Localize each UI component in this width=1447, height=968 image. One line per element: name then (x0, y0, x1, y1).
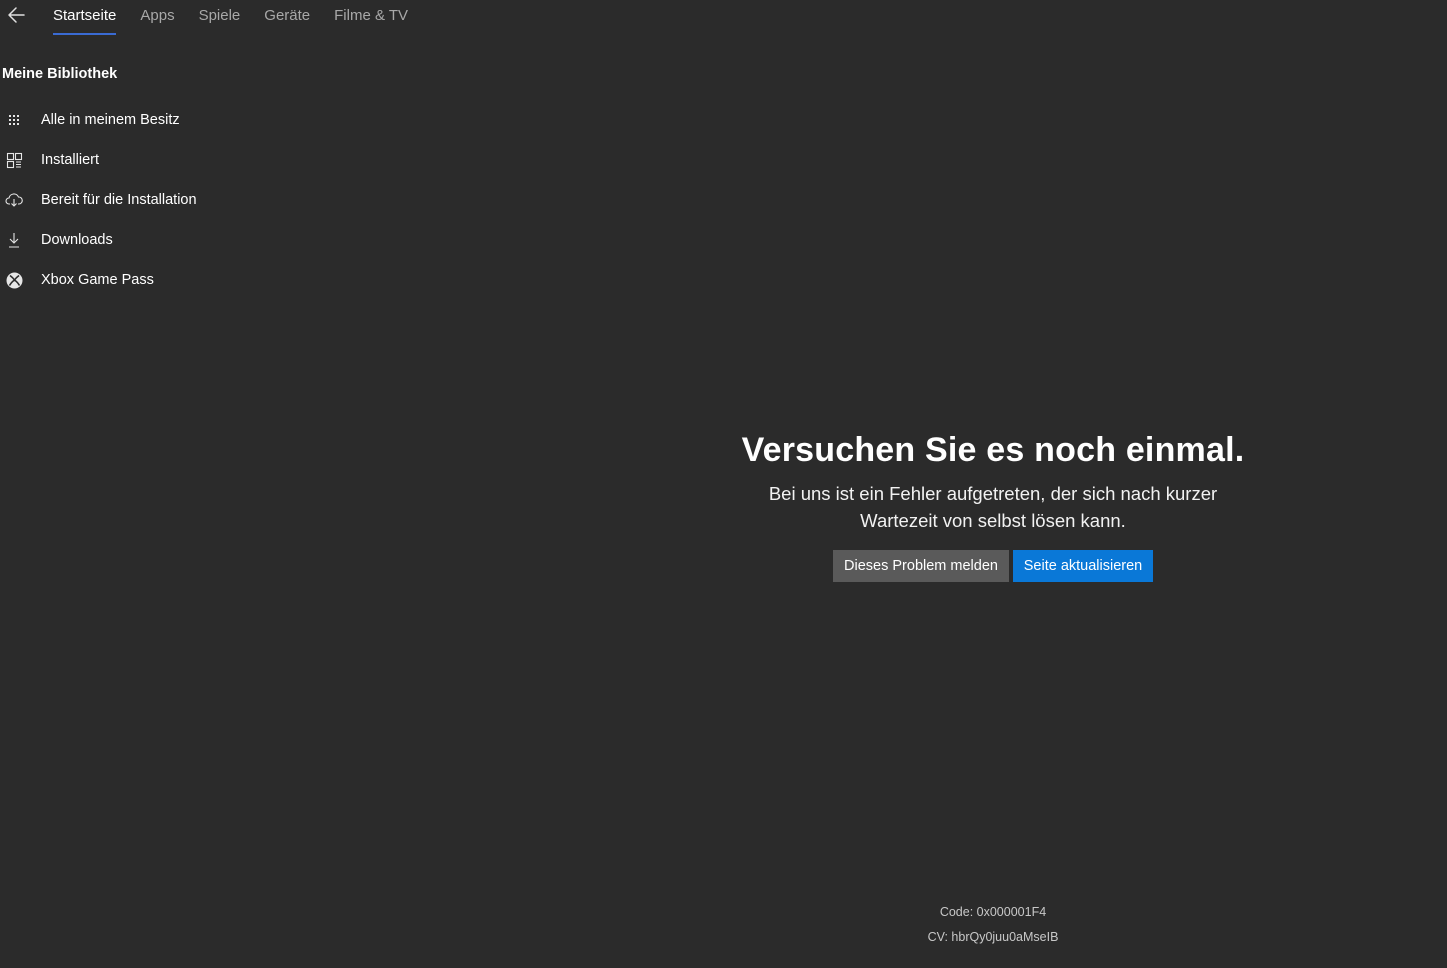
error-message: Bei uns ist ein Fehler aufgetreten, der … (700, 480, 1286, 534)
tab-apps[interactable]: Apps (140, 6, 174, 35)
error-codes: Code: 0x000001F4 CV: hbrQy0juu0aMseIB (893, 903, 1093, 953)
error-actions: Dieses Problem melden Seite aktualisiere… (700, 550, 1286, 582)
error-code: Code: 0x000001F4 (939, 905, 1047, 919)
back-arrow-icon (8, 7, 25, 23)
library-item-label: Downloads (41, 232, 113, 248)
library-item-label: Installiert (41, 152, 100, 168)
error-message-line-2: Wartezeit von selbst lösen kann. (860, 510, 1126, 531)
library-title: Meine Bibliothek (2, 66, 118, 82)
library-item-label: Bereit für die Installation (41, 192, 197, 208)
tab-bar: Startseite Apps Spiele Geräte Filme & TV (53, 6, 432, 35)
grid-dots-icon (5, 111, 23, 129)
refresh-page-button[interactable]: Seite aktualisieren (1013, 550, 1153, 582)
installed-grid-icon (5, 151, 23, 169)
top-navigation: Startseite Apps Spiele Geräte Filme & TV (0, 0, 1447, 40)
xbox-logo-icon (5, 271, 23, 289)
error-title: Versuchen Sie es noch einmal. (741, 431, 1245, 469)
correlation-vector: CV: hbrQy0juu0aMseIB (927, 930, 1059, 944)
library-item-downloads[interactable]: Downloads (0, 220, 260, 260)
download-arrow-icon (5, 231, 23, 249)
report-problem-button[interactable]: Dieses Problem melden (833, 550, 1009, 582)
library-item-xbox-game-pass[interactable]: Xbox Game Pass (0, 260, 260, 300)
library-list: Alle in meinem Besitz Installiert Bereit… (0, 100, 260, 300)
back-button[interactable] (6, 4, 28, 26)
tab-filme-tv[interactable]: Filme & TV (334, 6, 408, 35)
library-item-ready-to-install[interactable]: Bereit für die Installation (0, 180, 260, 220)
library-item-label: Xbox Game Pass (41, 272, 154, 288)
cloud-download-icon (5, 191, 23, 209)
library-item-all-owned[interactable]: Alle in meinem Besitz (0, 100, 260, 140)
library-item-label: Alle in meinem Besitz (41, 112, 180, 128)
library-item-installed[interactable]: Installiert (0, 140, 260, 180)
error-panel: Versuchen Sie es noch einmal. Bei uns is… (700, 428, 1286, 582)
tab-spiele[interactable]: Spiele (199, 6, 241, 35)
tab-geraete[interactable]: Geräte (264, 6, 310, 35)
error-message-line-1: Bei uns ist ein Fehler aufgetreten, der … (768, 483, 1218, 504)
tab-startseite[interactable]: Startseite (53, 6, 117, 35)
